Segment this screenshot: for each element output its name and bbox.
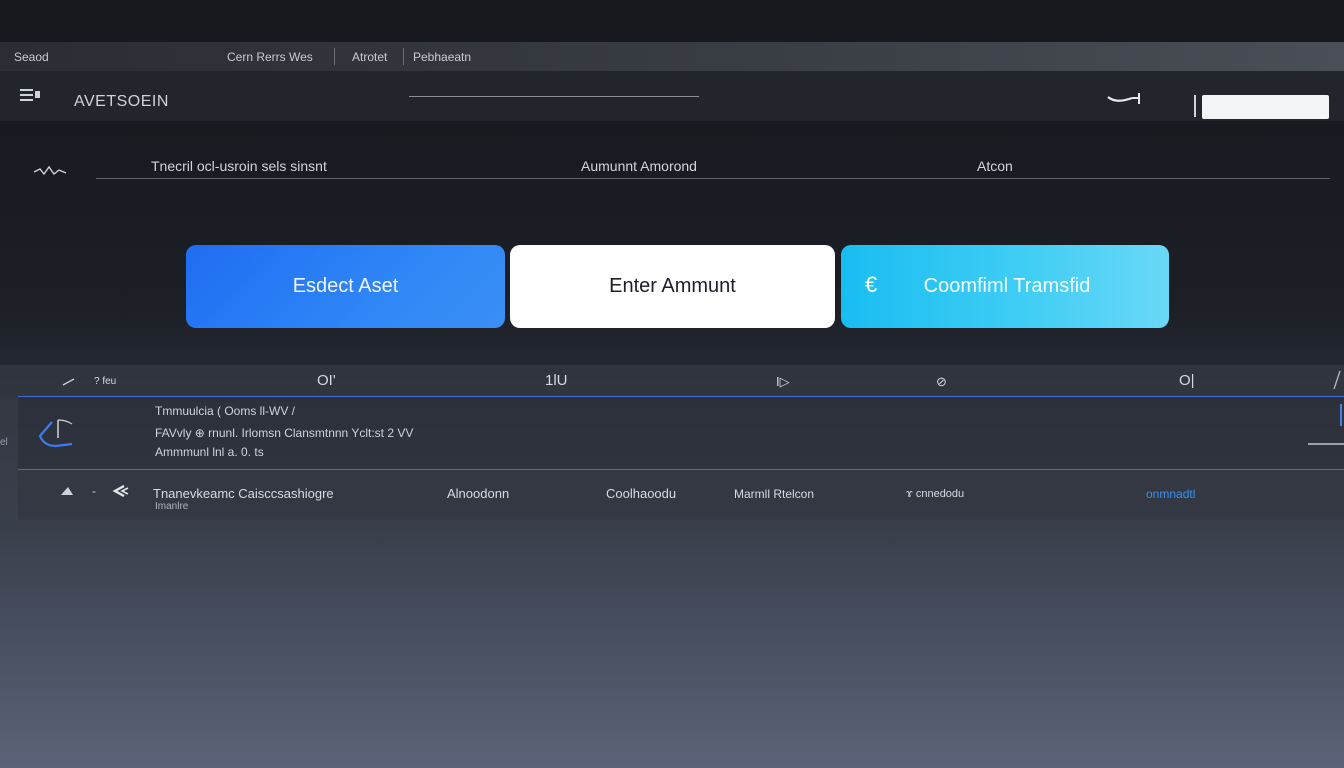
row-detail-line: Tmmuulcia ( Ooms ll-WV / — [155, 404, 296, 418]
enter-amount-label: Enter Ammunt — [609, 275, 736, 297]
table-header-cell[interactable]: OI' — [317, 372, 336, 389]
menu-separator — [403, 48, 404, 65]
sort-icon[interactable] — [62, 378, 76, 386]
header-divider — [1194, 95, 1196, 117]
transaction-detail: Marmll Rtelcon — [734, 487, 815, 501]
dash-icon: - — [92, 484, 96, 498]
confirm-transfer-button[interactable]: € Coomfiml Tramsfid — [841, 245, 1169, 328]
enter-amount-button[interactable]: Enter Ammunt — [510, 245, 835, 328]
resize-handle-icon[interactable] — [1332, 370, 1342, 390]
transaction-status: Coolhaoodu — [606, 486, 677, 501]
menu-separator — [334, 48, 335, 65]
hamburger-menu-icon[interactable] — [20, 89, 40, 103]
select-asset-label: Esdect Aset — [292, 275, 399, 297]
table-header-cell[interactable]: ⊘ — [936, 374, 947, 390]
transaction-name: Tnanevkeamc Caisccsashiogre — [153, 486, 334, 501]
column-header-description: Tnecril ocl-usroin sels sinsnt — [151, 158, 327, 174]
menu-item-seaod[interactable]: Seaod — [14, 50, 49, 64]
euro-icon: € — [865, 272, 878, 297]
back-arrow-icon[interactable] — [112, 485, 130, 497]
header-search-input[interactable] — [1202, 95, 1329, 119]
header-search-underline — [409, 96, 699, 97]
transaction-amount: Alnoodonn — [447, 486, 510, 501]
table-header-row — [0, 365, 1344, 397]
column-header-amount: Aumunnt Amorond — [581, 158, 697, 174]
row-handle[interactable] — [1308, 443, 1344, 445]
row-detail-line: FAVvly ⊕ rnunl. Irlomsn Clansmtnnn Yclt:… — [155, 426, 414, 440]
column-header-action: Atcon — [977, 158, 1013, 174]
menu-item-cern[interactable]: Cern Rerrs Wes — [227, 50, 313, 64]
table-header-cell[interactable]: ? feu — [94, 376, 116, 387]
select-asset-button[interactable]: Esdect Aset — [186, 245, 505, 328]
top-band — [0, 0, 1344, 42]
transaction-action-link[interactable]: onmnadtl — [1146, 487, 1195, 501]
confirm-transfer-label: Coomfiml Tramsfid — [923, 275, 1091, 297]
asset-logo-icon — [38, 419, 73, 448]
transaction-extra: ɤ cnnedodu — [906, 488, 965, 500]
table-header-cell[interactable]: I▷ — [776, 374, 790, 390]
column-header-divider — [96, 178, 1330, 179]
table-header-cell[interactable]: O| — [1179, 372, 1195, 389]
menu-bar: Seaod Cern Rerrs Wes Atrotet Pebhaeatn — [0, 42, 1344, 71]
row-detail-line: Ammmunl lnl a. 0. ts — [155, 445, 264, 459]
menu-item-atrotet[interactable]: Atrotet — [352, 50, 387, 64]
toggle-icon[interactable] — [1106, 92, 1146, 106]
app-title: AVETSOEIN — [74, 93, 169, 110]
scrollbar-thumb[interactable] — [1340, 404, 1342, 426]
table-header-cell[interactable]: 1lU — [545, 372, 568, 389]
row-marker: el — [0, 437, 8, 448]
expand-triangle-icon[interactable] — [60, 486, 74, 496]
transaction-sub: Imanlre — [155, 501, 189, 512]
menu-item-pebhaeatn[interactable]: Pebhaeatn — [413, 50, 471, 64]
wave-icon — [33, 165, 67, 176]
